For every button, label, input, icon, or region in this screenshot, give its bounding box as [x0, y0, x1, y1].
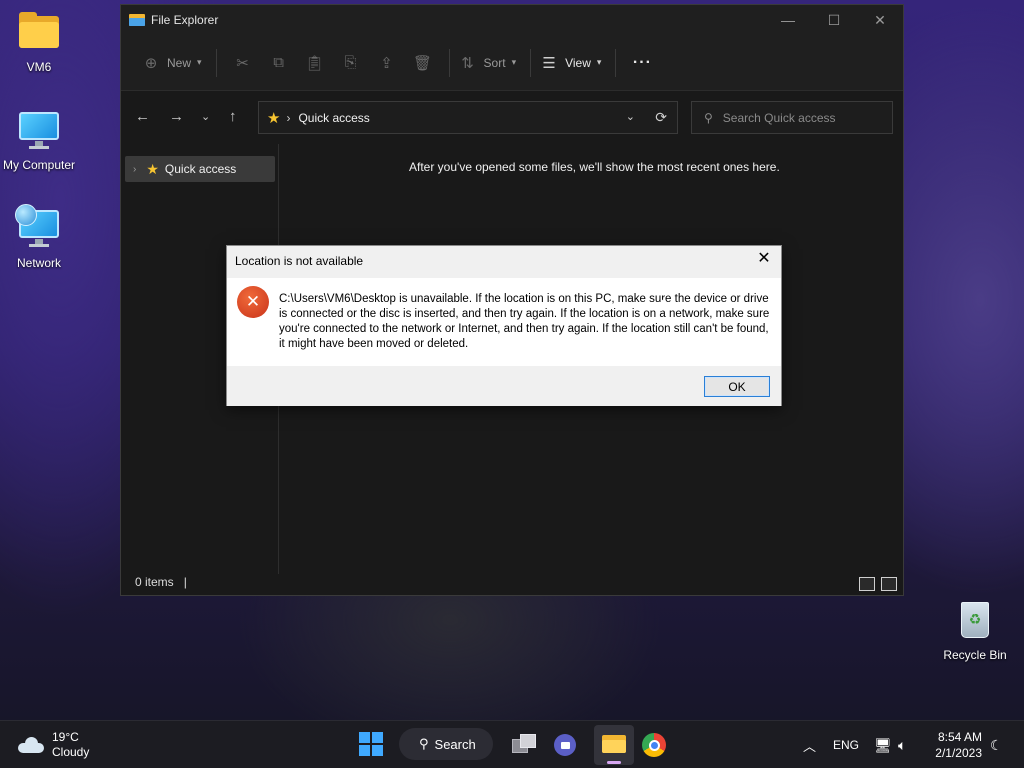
weather-condition: Cloudy [52, 745, 90, 759]
focus-assist-icon[interactable]: ☾ [990, 721, 1003, 768]
status-bar: 0 items | [121, 569, 903, 595]
new-label: New [167, 55, 192, 70]
volume-icon[interactable]: 🔈︎ [898, 721, 906, 768]
error-dialog: Location is not available ✕ ✕ C:\Users\V… [226, 245, 782, 406]
large-icons-view-icon[interactable] [881, 577, 897, 591]
toolbar-divider [448, 48, 450, 77]
view-button[interactable]: ☰ View ▾ [539, 47, 601, 79]
dialog-footer: OK [227, 366, 781, 406]
refresh-icon[interactable]: ⟳ [655, 109, 667, 126]
cloud-icon [18, 737, 44, 753]
clock-time: 8:54 AM [937, 730, 982, 744]
dialog-message: C:\Users\VM6\Desktop is unavailable. If … [279, 293, 770, 350]
desktop-icon-label: VM6 [26, 60, 52, 74]
chat-icon [554, 734, 576, 756]
empty-state-message: After you've opened some files, we'll sh… [409, 160, 780, 174]
chevron-right-icon: › [286, 110, 291, 125]
toolbar-divider [215, 48, 217, 77]
task-view-button[interactable] [508, 729, 540, 761]
address-path: Quick access [298, 110, 370, 125]
clock-date: 2/1/2023 [935, 746, 982, 760]
chevron-down-icon: ▾ [511, 57, 517, 67]
more-options-icon[interactable]: ··· [624, 47, 660, 79]
desktop-icon-vm6[interactable]: VM6 [0, 8, 79, 74]
chevron-down-icon: ▾ [596, 57, 602, 67]
desktop-icon-label: Recycle Bin [943, 648, 1007, 662]
minimize-button[interactable]: — [765, 5, 811, 35]
view-icon: ☰ [542, 54, 556, 72]
sort-button[interactable]: ⇅ Sort ▾ [458, 47, 517, 79]
chevron-right-icon[interactable]: › [133, 164, 136, 175]
chrome-icon [642, 733, 666, 757]
new-button[interactable]: ⊕ New ▾ [141, 47, 202, 79]
active-indicator [607, 761, 621, 764]
folder-icon [15, 8, 63, 56]
nav-item-quick-access[interactable]: › ★ Quick access [125, 156, 275, 182]
network-icon [15, 204, 63, 252]
search-icon: ⚲ [704, 110, 713, 125]
up-arrow-icon[interactable]: ↑ [229, 108, 237, 125]
command-bar: ⊕ New ▾ ✂ ⧉ 📋︎ ⎘ ⇪ 🗑︎ ⇅ Sort ▾ ☰ View ▾ … [121, 35, 903, 91]
star-icon: ★ [146, 160, 159, 177]
recent-locations-chevron-icon[interactable]: ⌄ [201, 110, 210, 123]
view-label: View [565, 55, 591, 70]
sort-label: Sort [483, 55, 506, 70]
copy-icon[interactable]: ⧉ [261, 47, 297, 79]
error-icon: ✕ [237, 286, 269, 318]
language-indicator[interactable]: ENG [833, 721, 859, 768]
toolbar-divider [530, 48, 532, 77]
desktop-icon-my-computer[interactable]: My Computer [0, 106, 79, 172]
title-bar[interactable]: File Explorer — ☐ ✕ [121, 5, 903, 35]
details-view-icon[interactable] [859, 577, 875, 591]
dialog-title: Location is not available [235, 254, 364, 268]
address-bar[interactable]: ★ › Quick access ⌄ ⟳ [258, 101, 678, 134]
weather-widget[interactable]: 19°C Cloudy [18, 730, 89, 760]
taskbar-search-button[interactable]: ⚲ Search [399, 728, 493, 760]
forward-arrow-icon[interactable]: → [169, 108, 184, 125]
desktop-icon-label: My Computer [2, 158, 76, 172]
back-arrow-icon[interactable]: ← [135, 108, 150, 125]
window-title: File Explorer [151, 13, 219, 27]
close-window-button[interactable]: ✕ [857, 5, 903, 35]
file-explorer-icon [129, 14, 145, 26]
delete-icon[interactable]: 🗑︎ [405, 47, 441, 79]
address-row: ← → ⌄ ↑ ★ › Quick access ⌄ ⟳ ⚲ [121, 91, 903, 143]
search-box[interactable]: ⚲ [691, 101, 893, 134]
status-divider: | [183, 575, 187, 589]
desktop-icon-network[interactable]: Network [0, 204, 79, 270]
taskbar: 19°C Cloudy ⚲ Search ︿ ENG 🖥︎ 🔈︎ 8:54 AM… [0, 720, 1024, 768]
recycle-bin-icon: ♻ [951, 596, 999, 644]
chevron-down-icon[interactable]: ⌄ [626, 110, 635, 123]
star-icon: ★ [267, 109, 281, 127]
taskbar-chrome[interactable] [638, 729, 670, 761]
share-icon[interactable]: ⇪ [369, 47, 405, 79]
rename-icon[interactable]: ⎘ [333, 47, 369, 79]
item-count: 0 items [135, 575, 174, 589]
sort-icon: ⇅ [461, 54, 474, 72]
network-status-icon[interactable]: 🖥︎ [874, 721, 892, 768]
cut-icon[interactable]: ✂ [225, 47, 261, 79]
nav-item-label: Quick access [164, 162, 237, 176]
desktop-icon-label: Network [16, 256, 61, 270]
toolbar-divider [615, 48, 617, 77]
monitor-icon [15, 106, 63, 154]
clock[interactable]: 8:54 AM 2/1/2023 [930, 729, 982, 761]
maximize-button[interactable]: ☐ [811, 5, 857, 35]
close-icon[interactable]: ✕ [755, 250, 773, 268]
dialog-body: ✕ C:\Users\VM6\Desktop is unavailable. I… [227, 278, 781, 366]
desktop-icon-recycle-bin[interactable]: ♻ Recycle Bin [935, 596, 1015, 662]
search-icon: ⚲ [419, 736, 429, 751]
weather-temperature: 19°C [52, 730, 79, 744]
ok-button[interactable]: OK [704, 376, 770, 397]
chevron-down-icon: ▾ [197, 57, 202, 67]
chat-button[interactable] [549, 729, 581, 761]
paste-icon[interactable]: 📋︎ [297, 47, 333, 79]
plus-icon: ⊕ [144, 54, 158, 72]
taskbar-file-explorer[interactable] [594, 725, 634, 765]
show-hidden-icons-chevron-icon[interactable]: ︿ [803, 721, 816, 768]
search-input[interactable] [722, 110, 873, 125]
taskbar-search-label: Search [434, 736, 476, 752]
start-button[interactable] [359, 732, 383, 756]
